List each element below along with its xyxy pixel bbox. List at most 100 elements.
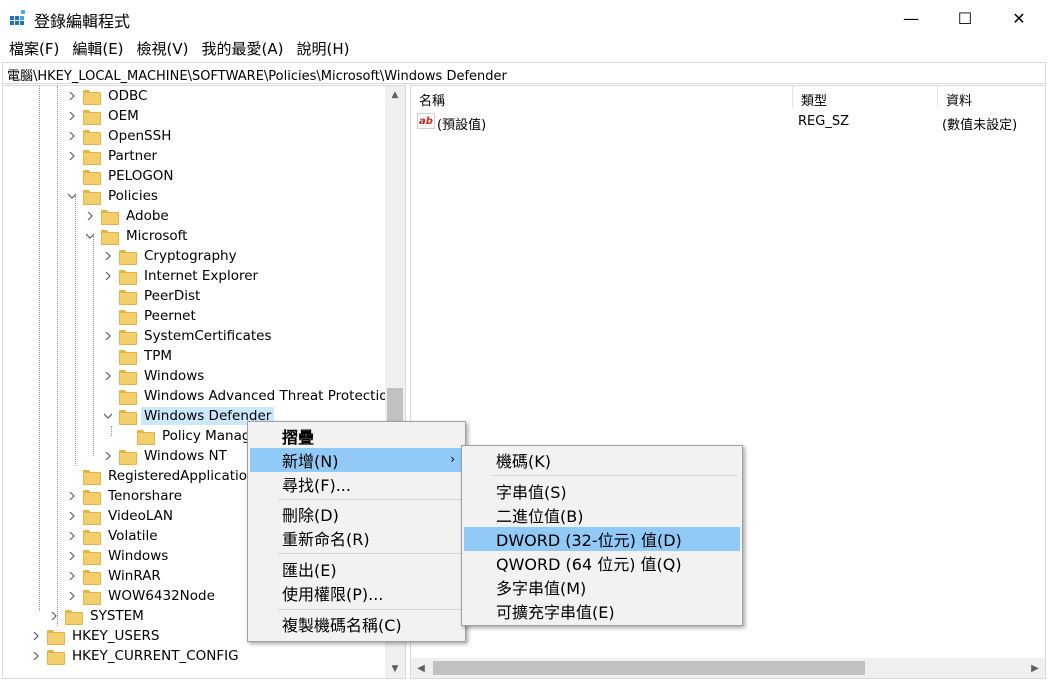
submenu-item-string-value[interactable]: 字串值(S) [464,479,740,503]
tree-node[interactable]: TPM [103,346,175,366]
tree-node[interactable]: WOW6432Node [67,586,218,606]
tree-node[interactable]: Windows [103,366,207,386]
menu-item-copy-key-name[interactable]: 複製機碼名稱(C) [250,612,463,636]
folder-icon [83,489,101,505]
tree-node[interactable]: Internet Explorer [103,266,261,286]
chevron-right-icon[interactable] [67,146,77,166]
chevron-right-icon[interactable] [103,266,113,286]
submenu-item-qword-value[interactable]: QWORD (64 位元) 值(Q) [464,551,740,575]
column-header-name[interactable]: 名稱 [411,86,793,109]
menu-item-permissions[interactable]: 使用權限(P)... [250,581,463,605]
tree-node[interactable]: OpenSSH [67,126,174,146]
folder-icon [119,329,137,345]
folder-icon [47,629,65,645]
tree-node[interactable]: Policy Manager [121,426,267,446]
tree-node[interactable]: Partner [67,146,160,166]
tree-node[interactable]: HKEY_CURRENT_CONFIG [31,646,242,666]
menu-item-export[interactable]: 匯出(E) [250,557,463,581]
menu-separator [278,499,461,500]
value-row[interactable]: ab (預設值) REG_SZ (數值未設定) [411,110,1045,133]
chevron-right-icon[interactable] [67,86,77,106]
folder-icon [83,469,101,485]
tree-node[interactable]: HKEY_USERS [31,626,162,646]
tree-node[interactable]: ODBC [67,86,150,106]
tree-node[interactable]: Adobe [85,206,172,226]
tree-node[interactable]: Windows [67,546,171,566]
tree-node[interactable]: Windows Advanced Threat Protection [103,386,399,406]
chevron-right-icon[interactable] [67,586,77,606]
value-horizontal-scrollbar[interactable]: ◀ ▶ [411,658,1045,678]
address-bar[interactable]: 電腦\HKEY_LOCAL_MACHINE\SOFTWARE\Policies\… [2,62,1046,84]
scroll-up-icon[interactable]: ▲ [385,86,405,104]
tree-node[interactable]: OEM [67,106,142,126]
submenu-item-key[interactable]: 機碼(K) [464,448,740,472]
chevron-right-icon[interactable] [67,526,77,546]
minimize-icon: — [903,8,919,28]
tree-node-label: SYSTEM [90,608,144,624]
tree-node-label: Volatile [108,528,158,544]
menu-help[interactable]: 說明(H) [291,38,354,59]
submenu-item-dword-value[interactable]: DWORD (32-位元) 值(D) [464,527,740,551]
tree-node-label: OpenSSH [108,128,172,144]
value-type: REG_SZ [798,114,849,129]
column-header-type[interactable]: 類型 [793,86,938,109]
scroll-down-icon[interactable]: ▼ [385,660,405,678]
folder-icon [119,249,137,265]
chevron-right-icon[interactable] [67,106,77,126]
chevron-right-icon[interactable] [67,546,77,566]
chevron-right-icon[interactable] [103,326,113,346]
chevron-right-icon[interactable] [103,446,113,466]
chevron-right-icon[interactable] [85,206,95,226]
chevron-right-icon[interactable] [67,486,77,506]
menu-edit[interactable]: 編輯(E) [67,38,128,59]
folder-icon [119,409,137,425]
chevron-right-icon[interactable] [31,646,41,666]
tree-node[interactable]: RegisteredApplications [67,466,266,486]
tree-node[interactable]: Windows NT [103,446,230,466]
minimize-button[interactable]: — [888,0,934,36]
tree-node[interactable]: Microsoft [85,226,190,246]
tree-node[interactable]: SystemCertificates [103,326,275,346]
tree-connector [67,166,77,186]
menu-item-new[interactable]: 新增(N) › [250,448,463,472]
close-button[interactable]: ✕ [996,0,1042,36]
tree-node[interactable]: Policies [67,186,161,206]
chevron-right-icon[interactable] [67,566,77,586]
tree-node[interactable]: VideoLAN [67,506,176,526]
chevron-down-icon[interactable] [103,406,113,426]
tree-node-label: VideoLAN [108,508,173,524]
tree-node[interactable]: Peernet [103,306,199,326]
scroll-left-icon[interactable]: ◀ [411,658,431,678]
tree-node[interactable]: Volatile [67,526,161,546]
menu-item-collapse[interactable]: 摺疊 [250,424,463,448]
chevron-right-icon[interactable] [67,506,77,526]
menu-item-rename[interactable]: 重新命名(R) [250,526,463,550]
menu-item-delete[interactable]: 刪除(D) [250,502,463,526]
scroll-thumb[interactable] [433,661,865,675]
tree-node[interactable]: Cryptography [103,246,240,266]
submenu-item-expandable-string-value[interactable]: 可擴充字串值(E) [464,599,740,623]
tree-node[interactable]: SYSTEM [49,606,147,626]
folder-icon [119,309,137,325]
folder-icon [101,209,119,225]
tree-node-label: HKEY_CURRENT_CONFIG [72,648,239,664]
scroll-right-icon[interactable]: ▶ [1025,658,1045,678]
menu-file[interactable]: 檔案(F) [4,38,64,59]
chevron-right-icon[interactable] [31,626,41,646]
tree-node[interactable]: PeerDist [103,286,203,306]
folder-icon [47,649,65,665]
tree-node[interactable]: WinRAR [67,566,164,586]
chevron-right-icon[interactable] [103,246,113,266]
menu-favorites[interactable]: 我的最愛(A) [197,38,289,59]
folder-icon [83,529,101,545]
submenu-item-multi-string-value[interactable]: 多字串值(M) [464,575,740,599]
maximize-button[interactable]: ☐ [942,0,988,36]
tree-node[interactable]: PELOGON [67,166,177,186]
chevron-right-icon[interactable] [67,126,77,146]
chevron-right-icon[interactable] [103,366,113,386]
column-header-data[interactable]: 資料 [938,86,1045,109]
submenu-item-binary-value[interactable]: 二進位值(B) [464,503,740,527]
menu-view[interactable]: 檢視(V) [132,38,194,59]
tree-node[interactable]: Tenorshare [67,486,185,506]
menu-item-find[interactable]: 尋找(F)... [250,472,463,496]
